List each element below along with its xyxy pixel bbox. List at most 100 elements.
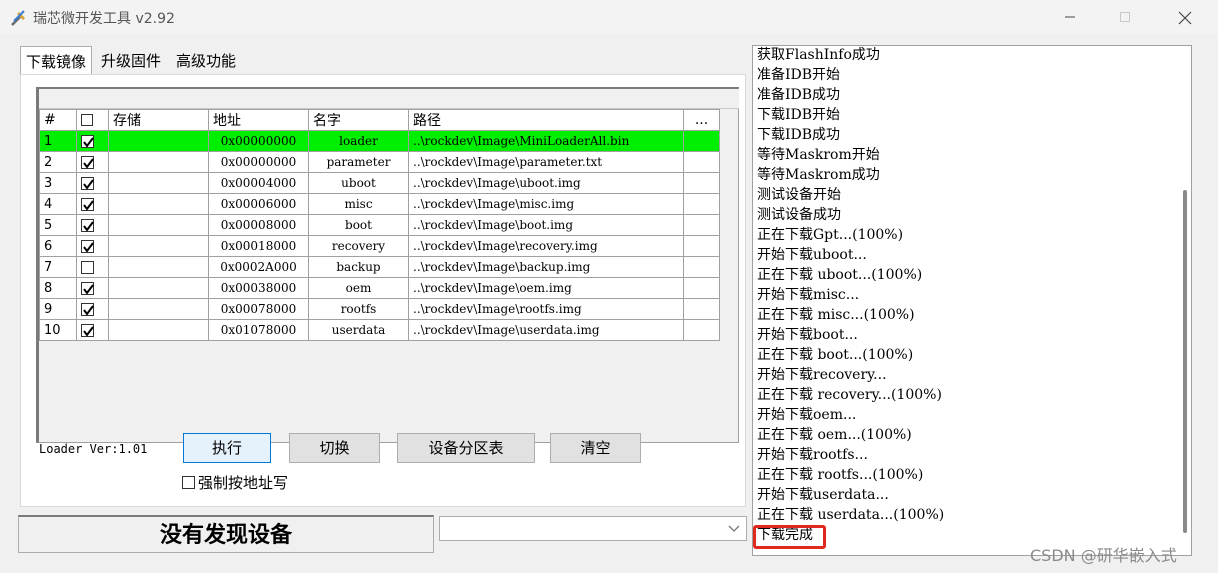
row-number[interactable]: 6 [39, 235, 77, 257]
switch-button[interactable]: 切换 [289, 433, 380, 463]
col-header-more[interactable]: ... [683, 109, 720, 131]
row-address[interactable]: 0x00004000 [208, 172, 309, 194]
row-name[interactable]: recovery [308, 235, 409, 257]
tab-download-image[interactable]: 下载镜像 [20, 46, 93, 76]
row-number[interactable]: 4 [39, 193, 77, 215]
close-button[interactable] [1161, 0, 1207, 34]
row-number[interactable]: 2 [39, 151, 77, 173]
row-checkbox[interactable] [81, 218, 94, 232]
row-more[interactable] [683, 193, 720, 215]
row-storage[interactable] [108, 277, 209, 299]
row-address[interactable]: 0x00078000 [208, 298, 309, 320]
row-number[interactable]: 10 [39, 319, 77, 341]
table-row[interactable]: 5 0x00008000 boot ..\rockdev\Image\boot.img [39, 214, 720, 236]
table-row[interactable]: 7 0x0002A000 backup ..\rockdev\Image\backup… [39, 256, 720, 278]
row-address[interactable]: 0x00000000 [208, 151, 309, 173]
row-checkbox[interactable] [81, 134, 94, 148]
row-number[interactable]: 7 [39, 256, 77, 278]
row-address[interactable]: 0x00006000 [208, 193, 309, 215]
col-header-path[interactable]: 路径 [408, 109, 684, 131]
row-name[interactable]: misc [308, 193, 409, 215]
col-header-storage[interactable]: 存储 [108, 109, 209, 131]
row-checkbox-cell[interactable] [76, 256, 109, 278]
row-checkbox-cell[interactable] [76, 172, 109, 194]
row-name[interactable]: userdata [308, 319, 409, 341]
force-write-box[interactable] [182, 476, 195, 489]
row-checkbox[interactable] [81, 155, 94, 169]
row-address[interactable]: 0x01078000 [208, 319, 309, 341]
row-checkbox[interactable] [81, 281, 94, 295]
row-path[interactable]: ..\rockdev\Image\rootfs.img [408, 298, 684, 320]
row-number[interactable]: 5 [39, 214, 77, 236]
maximize-button[interactable] [1102, 0, 1148, 34]
row-storage[interactable] [108, 319, 209, 341]
row-number[interactable]: 8 [39, 277, 77, 299]
table-row[interactable]: 9 0x00078000 rootfs ..\rockdev\Image\rootfs… [39, 298, 720, 320]
row-storage[interactable] [108, 235, 209, 257]
row-path[interactable]: ..\rockdev\Image\MiniLoaderAll.bin [408, 130, 684, 152]
row-more[interactable] [683, 172, 720, 194]
row-number[interactable]: 9 [39, 298, 77, 320]
row-checkbox[interactable] [81, 197, 94, 211]
row-checkbox-cell[interactable] [76, 193, 109, 215]
table-row[interactable]: 6 0x00018000 recovery ..\rockdev\Image\reco… [39, 235, 720, 257]
device-select[interactable] [439, 516, 747, 541]
row-checkbox-cell[interactable] [76, 298, 109, 320]
force-write-checkbox[interactable]: 强制按地址写 [182, 472, 288, 493]
row-address[interactable]: 0x00008000 [208, 214, 309, 236]
col-header-no[interactable]: # [39, 109, 77, 131]
row-more[interactable] [683, 298, 720, 320]
log-panel[interactable]: 获取FlashInfo成功 准备IDB开始 准备IDB成功 下载IDB开始 下载IDB成… [752, 45, 1192, 556]
row-path[interactable]: ..\rockdev\Image\recovery.img [408, 235, 684, 257]
row-storage[interactable] [108, 256, 209, 278]
row-address[interactable]: 0x00038000 [208, 277, 309, 299]
log-scrollbar[interactable] [1183, 190, 1187, 533]
table-row[interactable]: 4 0x00006000 misc ..\rockdev\Image\misc.img [39, 193, 720, 215]
row-storage[interactable] [108, 214, 209, 236]
row-more[interactable] [683, 277, 720, 299]
row-checkbox-cell[interactable] [76, 277, 109, 299]
row-checkbox[interactable] [81, 260, 94, 274]
row-name[interactable]: rootfs [308, 298, 409, 320]
row-checkbox[interactable] [81, 239, 94, 253]
table-row[interactable]: 3 0x00004000 uboot ..\rockdev\Image\uboot.i… [39, 172, 720, 194]
row-address[interactable]: 0x00000000 [208, 130, 309, 152]
row-path[interactable]: ..\rockdev\Image\uboot.img [408, 172, 684, 194]
row-path[interactable]: ..\rockdev\Image\userdata.img [408, 319, 684, 341]
row-name[interactable]: backup [308, 256, 409, 278]
row-checkbox-cell[interactable] [76, 214, 109, 236]
row-checkbox-cell[interactable] [76, 130, 109, 152]
row-more[interactable] [683, 256, 720, 278]
col-header-address[interactable]: 地址 [208, 109, 309, 131]
row-storage[interactable] [108, 298, 209, 320]
clear-button[interactable]: 清空 [550, 433, 641, 463]
row-number[interactable]: 1 [39, 130, 77, 152]
row-name[interactable]: boot [308, 214, 409, 236]
row-path[interactable]: ..\rockdev\Image\oem.img [408, 277, 684, 299]
row-path[interactable]: ..\rockdev\Image\parameter.txt [408, 151, 684, 173]
row-address[interactable]: 0x0002A000 [208, 256, 309, 278]
row-storage[interactable] [108, 172, 209, 194]
row-more[interactable] [683, 214, 720, 236]
run-button[interactable]: 执行 [183, 433, 271, 463]
row-more[interactable] [683, 319, 720, 341]
row-checkbox[interactable] [81, 302, 94, 316]
row-storage[interactable] [108, 193, 209, 215]
row-more[interactable] [683, 130, 720, 152]
row-checkbox-cell[interactable] [76, 235, 109, 257]
table-row[interactable]: 2 0x00000000 parameter ..\rockdev\Image\par… [39, 151, 720, 173]
row-more[interactable] [683, 235, 720, 257]
row-checkbox[interactable] [81, 176, 94, 190]
minimize-button[interactable] [1047, 0, 1093, 34]
row-storage[interactable] [108, 151, 209, 173]
row-storage[interactable] [108, 130, 209, 152]
col-header-name[interactable]: 名字 [308, 109, 409, 131]
row-path[interactable]: ..\rockdev\Image\boot.img [408, 214, 684, 236]
row-path[interactable]: ..\rockdev\Image\backup.img [408, 256, 684, 278]
row-checkbox[interactable] [81, 323, 94, 337]
row-more[interactable] [683, 151, 720, 173]
tab-upgrade-firmware[interactable]: 升级固件 [96, 46, 166, 74]
tab-advanced[interactable]: 高级功能 [171, 46, 241, 74]
row-address[interactable]: 0x00018000 [208, 235, 309, 257]
table-row[interactable]: 1 0x00000000 loader ..\rockdev\Image\MiniLo… [39, 130, 720, 152]
